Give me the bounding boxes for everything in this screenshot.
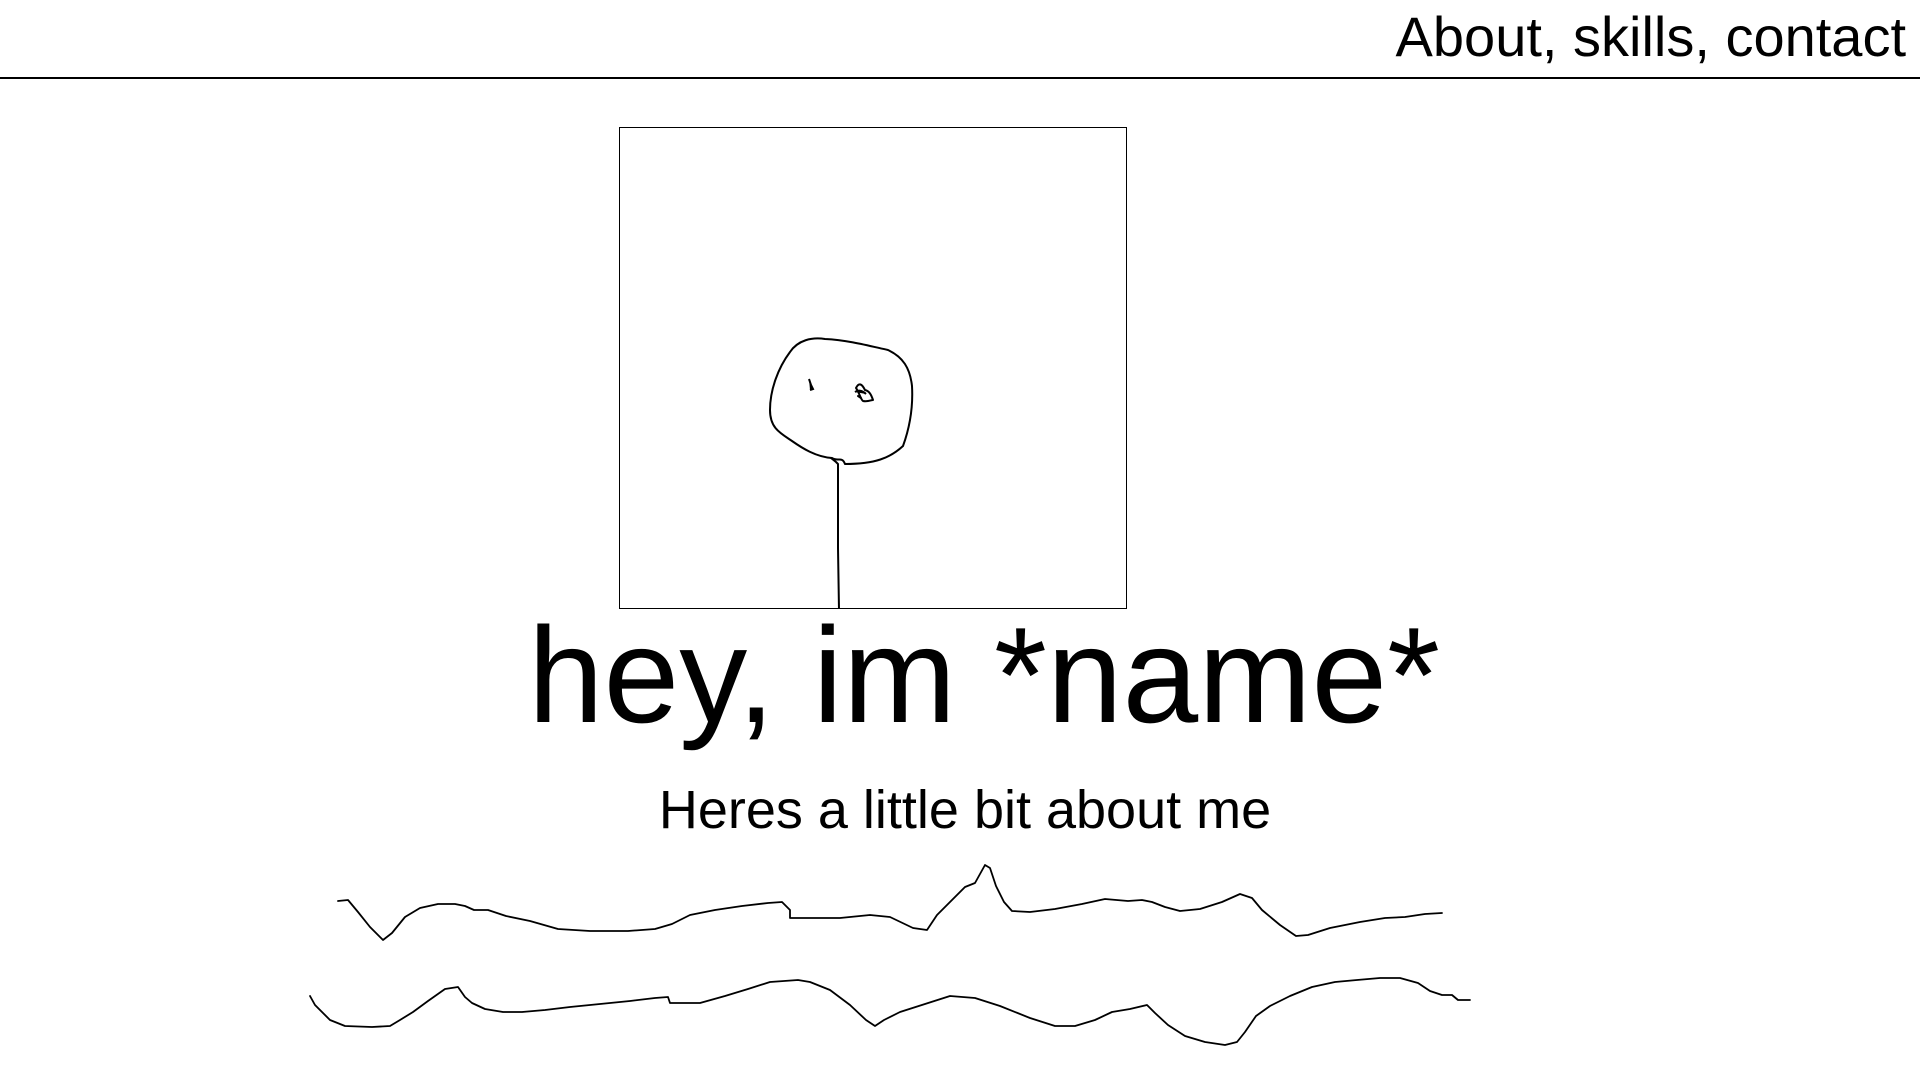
hero-title: hey, im *name* bbox=[527, 599, 1441, 751]
scribble-line-2 bbox=[309, 977, 1471, 1046]
profile-photo-frame bbox=[619, 127, 1127, 609]
stick-figure-icon bbox=[769, 337, 914, 608]
hero-subtitle: Heres a little bit about me bbox=[658, 780, 1272, 840]
page-header: About, skills, contact bbox=[0, 0, 1920, 79]
scribble-text-placeholder bbox=[309, 864, 1471, 1046]
scribble-line-1 bbox=[337, 864, 1443, 941]
nav-links[interactable]: About, skills, contact bbox=[1396, 2, 1906, 72]
